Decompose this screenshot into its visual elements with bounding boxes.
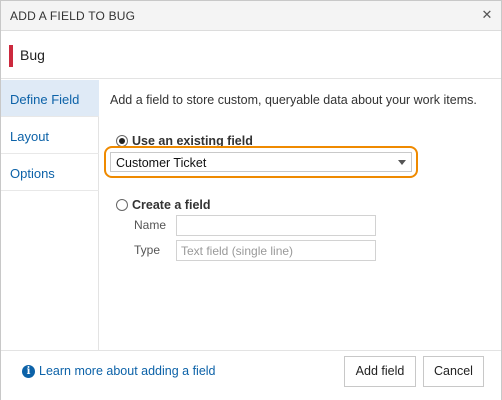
work-item-type-name: Bug [20,47,45,63]
intro-text: Add a field to store custom, queryable d… [110,93,477,107]
dialog-footer: i Learn more about adding a field Add fi… [1,350,501,400]
work-item-color-bar [9,45,13,67]
existing-field-dropdown[interactable]: Customer Ticket [110,152,412,172]
define-field-panel: Add a field to store custom, queryable d… [100,80,501,350]
name-label: Name [134,218,167,232]
dialog-titlebar: ADD A FIELD TO BUG ✕ [1,1,501,31]
name-input[interactable] [176,215,376,236]
chevron-down-icon [398,160,406,165]
learn-more-link[interactable]: Learn more about adding a field [39,364,216,378]
dialog-title: ADD A FIELD TO BUG [10,9,136,23]
existing-field-highlight: Customer Ticket [104,146,418,178]
type-label: Type [134,243,161,257]
nav-item-define-field[interactable]: Define Field [1,80,99,117]
work-item-type-header: Bug [1,32,501,79]
type-input[interactable]: Text field (single line) [176,240,376,261]
nav-item-layout[interactable]: Layout [1,117,99,154]
close-icon[interactable]: ✕ [479,7,495,23]
add-field-dialog: ADD A FIELD TO BUG ✕ Bug Define Field La… [0,0,502,400]
create-field-radio[interactable] [116,199,128,211]
existing-field-value: Customer Ticket [116,156,207,170]
create-field-label[interactable]: Create a field [132,198,211,212]
dialog-sidenav: Define Field Layout Options [1,80,99,350]
info-icon: i [22,365,35,378]
cancel-button[interactable]: Cancel [423,356,484,387]
add-field-button[interactable]: Add field [344,356,416,387]
nav-item-options[interactable]: Options [1,154,99,191]
